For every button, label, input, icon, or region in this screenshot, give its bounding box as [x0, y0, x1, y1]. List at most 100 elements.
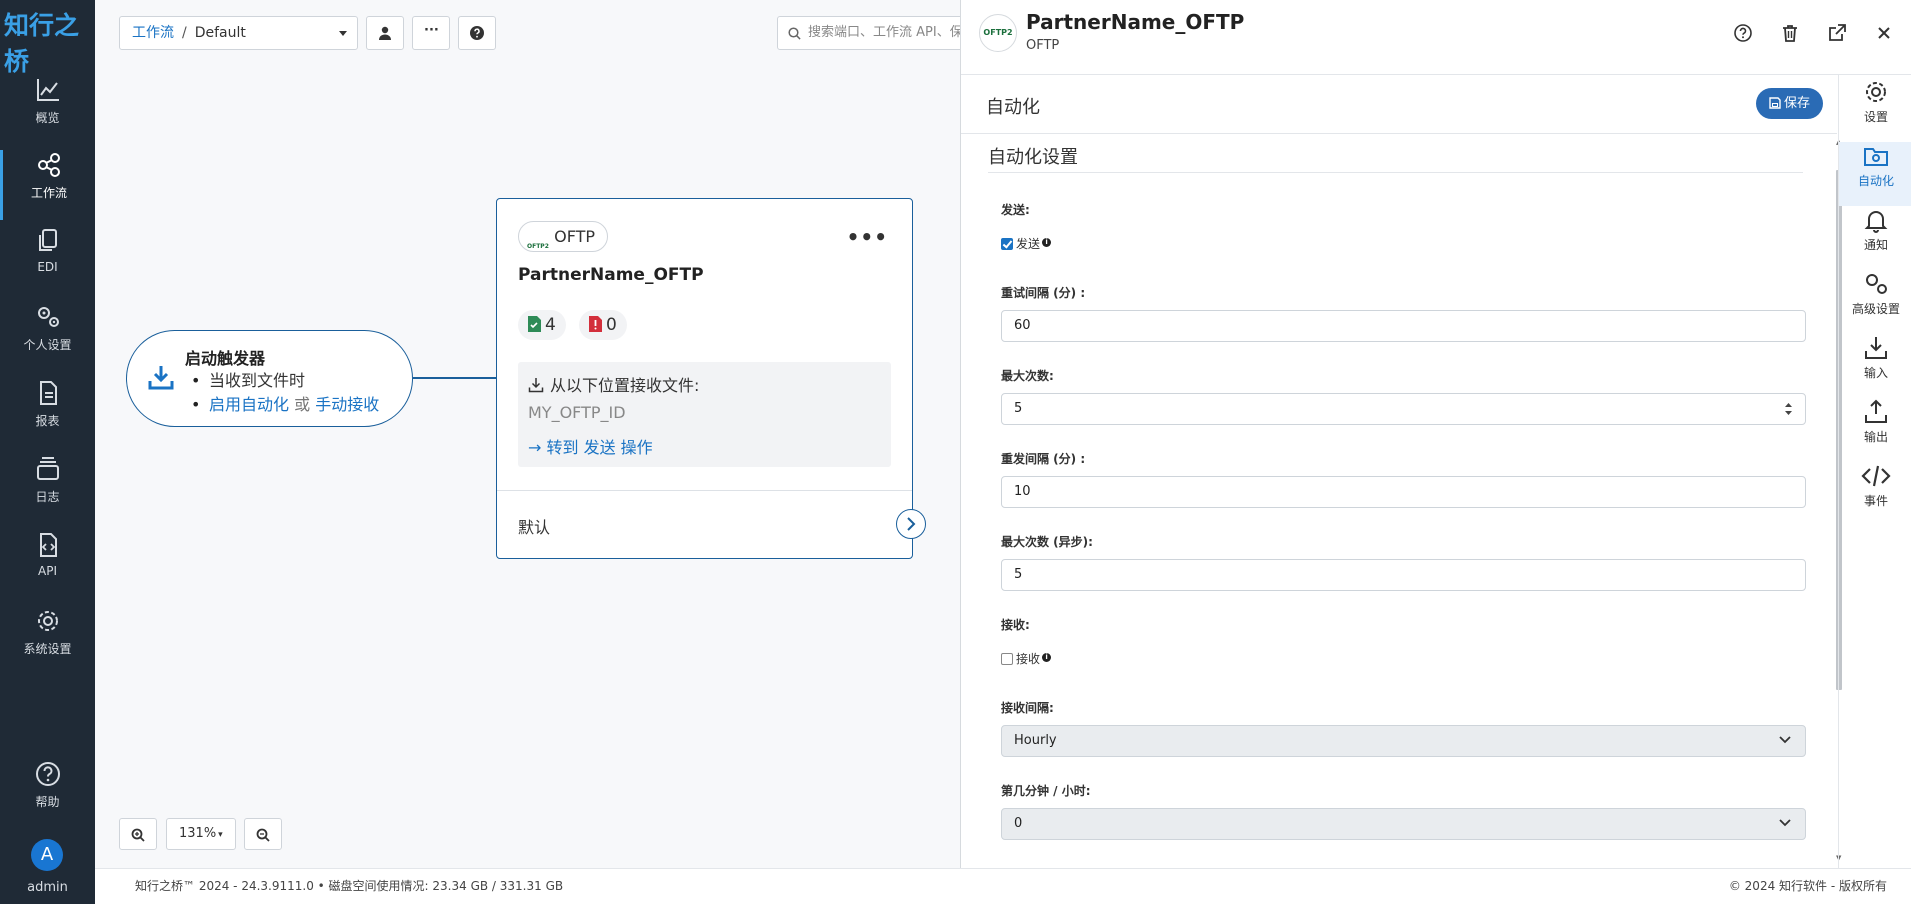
footer: 知行之桥™ 2024 - 24.3.9111.0 • 磁盘空间使用情况: 23.…: [95, 868, 1911, 904]
success-count-badge[interactable]: 4: [518, 310, 566, 340]
tab-notifications[interactable]: 通知: [1839, 206, 1911, 270]
zoom-out-button[interactable]: [244, 818, 282, 850]
connector-settings-panel: OFTP2 PartnerName_OFTP OFTP 自动化 保存 自动化设置…: [960, 0, 1911, 868]
ellipsis-icon: ···: [424, 23, 439, 38]
card-more-button[interactable]: •••: [847, 225, 888, 249]
gear-icon: [37, 611, 58, 631]
minute-of-hour-value: 0: [1014, 816, 1023, 831]
panel-subtitle: OFTP: [1026, 38, 1060, 53]
file-code-icon: [39, 533, 57, 557]
more-options-button[interactable]: ···: [412, 16, 450, 50]
user-filter-button[interactable]: [366, 16, 404, 50]
section-title: 自动化: [986, 97, 1040, 118]
code-icon: [1861, 465, 1891, 487]
max-attempts-async-label: 最大次数 (异步):: [1001, 535, 1093, 549]
nav-item-workflow[interactable]: 工作流: [0, 150, 95, 220]
or-text: 或: [294, 395, 311, 414]
output-chevron-button[interactable]: [896, 509, 926, 539]
tab-advanced-settings[interactable]: 高级设置: [1839, 270, 1911, 334]
breadcrumb-workflow-link[interactable]: 工作流: [132, 25, 174, 41]
nav-label: EDI: [37, 260, 58, 274]
tab-label: 设置: [1863, 110, 1888, 124]
tab-settings[interactable]: 设置: [1839, 78, 1911, 142]
nav-label: 日志: [35, 490, 60, 504]
zoom-level-value: 131%: [179, 826, 217, 841]
file-check-icon: [528, 316, 541, 332]
nav-item-help[interactable]: 帮助: [0, 759, 95, 829]
resend-interval-label: 重发间隔 (分) :: [1001, 452, 1086, 466]
gear-icon: [1866, 82, 1886, 102]
external-link-icon[interactable]: [1826, 22, 1848, 44]
spinner-arrows-icon[interactable]: [1784, 402, 1793, 416]
chevron-down-icon: [1779, 736, 1791, 744]
send-checkbox[interactable]: 发送 i: [1001, 235, 1052, 252]
checkbox-checked-icon: [1001, 238, 1013, 250]
search-input[interactable]: 搜索端口、工作流 API、保: [777, 16, 967, 50]
trigger-line-1: 当收到文件时: [209, 371, 306, 390]
nav-item-overview[interactable]: 概览: [0, 75, 95, 145]
app-logo[interactable]: 知行之桥: [4, 6, 95, 78]
bell-icon: [1864, 211, 1888, 233]
tab-automation[interactable]: 自动化: [1839, 142, 1911, 206]
nav-item-edi[interactable]: EDI: [0, 226, 95, 296]
trash-icon[interactable]: [1779, 22, 1801, 44]
folder-gear-icon: [1864, 148, 1888, 166]
nav-item-logs[interactable]: 日志: [0, 454, 95, 524]
panel-header: OFTP2 PartnerName_OFTP OFTP: [961, 0, 1911, 75]
close-icon[interactable]: [1873, 22, 1895, 44]
zoom-out-icon: [256, 828, 270, 842]
max-attempts-stepper[interactable]: 5: [1001, 393, 1806, 425]
goto-send-action-link[interactable]: → 转到 发送 操作: [528, 434, 653, 458]
zoom-in-button[interactable]: [119, 818, 157, 850]
tab-events[interactable]: 事件: [1839, 462, 1911, 526]
receive-location-label: 从以下位置接收文件:: [550, 376, 700, 395]
receive-location-row: 从以下位置接收文件:: [528, 372, 699, 396]
trigger-title: 启动触发器: [185, 349, 266, 368]
nav-label: 个人设置: [23, 338, 72, 352]
nav-label: API: [38, 564, 57, 578]
zoom-level-select[interactable]: 131% ▾: [166, 818, 236, 850]
question-circle-icon[interactable]: [1732, 22, 1754, 44]
trigger-node[interactable]: 启动触发器 当收到文件时 启用自动化 或 手动接收: [126, 330, 413, 427]
error-count-badge[interactable]: 0: [579, 310, 627, 340]
section-header: 自动化 保存: [961, 75, 1837, 134]
receive-location-box: 从以下位置接收文件: MY_OFTP_ID → 转到 发送 操作: [518, 362, 891, 467]
tab-label: 输入: [1863, 366, 1888, 380]
download-icon: [1865, 337, 1887, 359]
workflow-node-card[interactable]: OFTP2 OFTP ••• PartnerName_OFTP 4 0 从以下位…: [496, 198, 913, 559]
manual-receive-link[interactable]: 手动接收: [315, 395, 379, 414]
enable-automation-link[interactable]: 启用自动化: [209, 395, 289, 414]
question-circle-icon: [35, 762, 60, 786]
nav-item-personal-settings[interactable]: 个人设置: [0, 302, 95, 372]
send-label: 发送:: [1001, 203, 1030, 217]
save-icon: [1769, 97, 1781, 109]
username: admin: [27, 880, 68, 895]
tab-output[interactable]: 输出: [1839, 398, 1911, 462]
help-button[interactable]: [458, 16, 496, 50]
chevron-down-icon: ▾: [218, 830, 223, 840]
footer-copyright: © 2024 知行软件 - 版权所有: [1728, 879, 1887, 893]
footer-version-info: 知行之桥™ 2024 - 24.3.9111.0 • 磁盘空间使用情况: 23.…: [135, 879, 564, 893]
nav-label: 帮助: [35, 795, 60, 809]
info-icon: i: [1042, 653, 1052, 662]
save-button[interactable]: 保存: [1756, 88, 1823, 119]
retry-interval-input[interactable]: 60: [1001, 310, 1806, 342]
left-nav: 知行之桥 概览 工作流 EDI 个人设置 报表 日志 API 系统设置 帮助 A…: [0, 0, 95, 904]
chevron-down-icon: [1779, 819, 1791, 827]
avatar[interactable]: A: [31, 839, 63, 871]
receive-interval-select[interactable]: Hourly: [1001, 725, 1806, 757]
tab-input[interactable]: 输入: [1839, 334, 1911, 398]
nav-item-system-settings[interactable]: 系统设置: [0, 606, 95, 676]
breadcrumb[interactable]: 工作流 / Default: [119, 16, 358, 50]
max-attempts-async-input[interactable]: 5: [1001, 559, 1806, 591]
layers-icon: [36, 457, 59, 480]
nav-item-api[interactable]: API: [0, 530, 95, 600]
nav-item-reports[interactable]: 报表: [0, 378, 95, 448]
tab-label: 输出: [1863, 430, 1888, 444]
minute-of-hour-select[interactable]: 0: [1001, 808, 1806, 840]
receive-checkbox[interactable]: 接收 i: [1001, 650, 1052, 667]
panel-title: PartnerName_OFTP: [1026, 10, 1245, 34]
user-icon: [379, 26, 391, 40]
resend-interval-input[interactable]: 10: [1001, 476, 1806, 508]
retry-interval-label: 重试间隔 (分) :: [1001, 286, 1086, 300]
